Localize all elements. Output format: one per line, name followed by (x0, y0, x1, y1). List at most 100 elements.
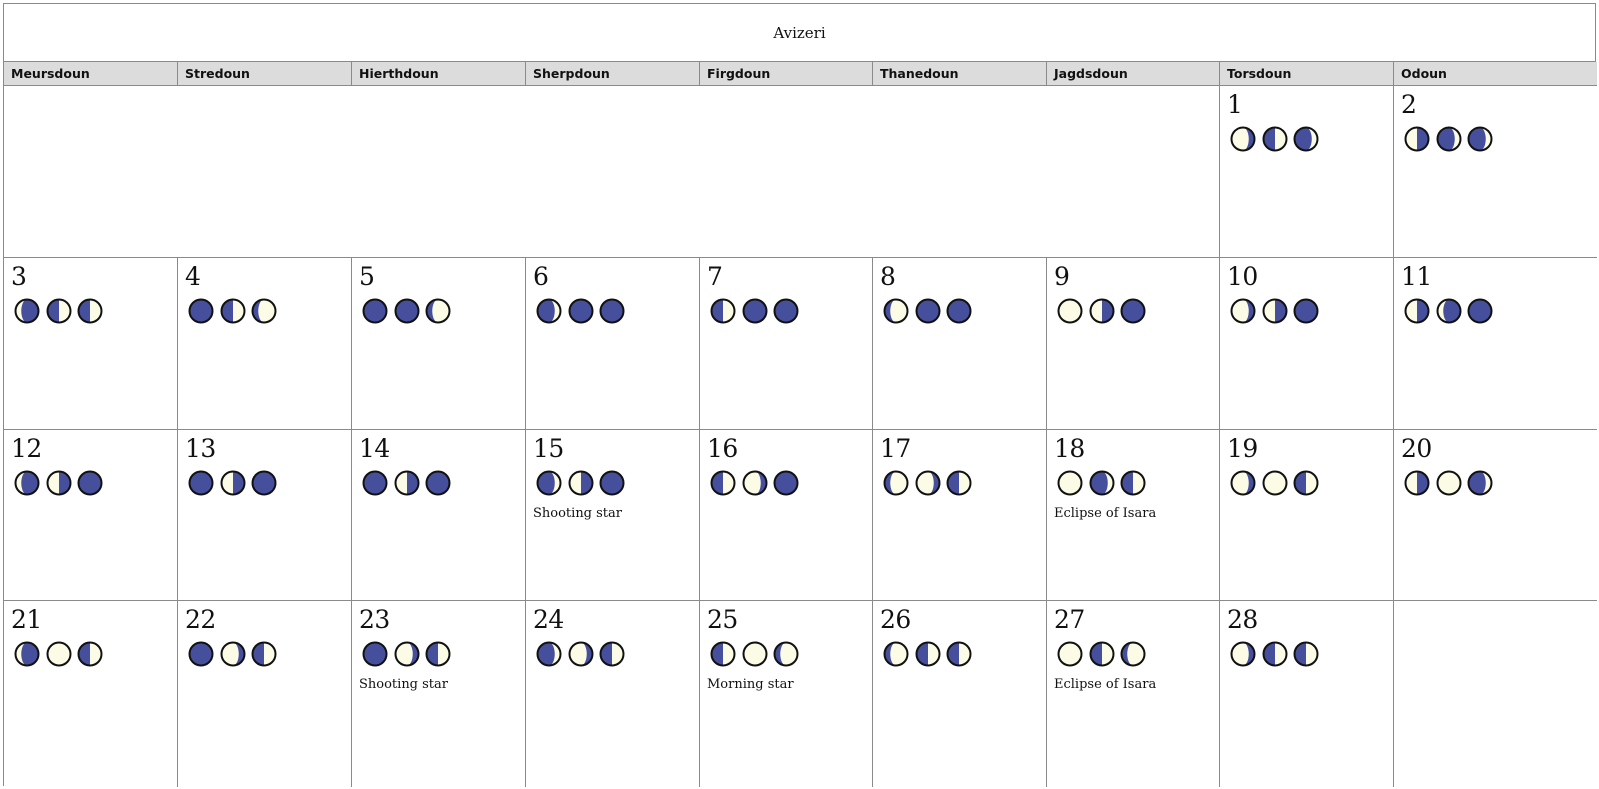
moon-new-icon (187, 297, 215, 325)
moon-last-quarter-icon (219, 469, 247, 497)
moon-waxing-crescent-icon (535, 469, 563, 497)
day-number: 18 (1054, 434, 1085, 463)
moon-new-icon (598, 297, 626, 325)
event-label: Eclipse of Isara (1054, 506, 1157, 521)
moon-waxing-crescent-icon (535, 640, 563, 668)
day-cell-24[interactable]: 24 (526, 601, 700, 787)
moon-full-icon (1261, 469, 1289, 497)
day-cell-23[interactable]: 23 Shooting star (352, 601, 526, 787)
day-number: 20 (1401, 434, 1432, 463)
moon-waning-gibbous-icon (1229, 125, 1257, 153)
weekday-header-jagdsdoun: Jagdsdoun (1047, 62, 1220, 86)
day-cell-6[interactable]: 6 (526, 258, 700, 430)
day-number: 22 (185, 605, 216, 634)
day-number: 7 (707, 262, 723, 291)
moon-first-quarter-icon (1292, 640, 1320, 668)
moon-waxing-gibbous-icon (424, 297, 452, 325)
moon-waning-gibbous-icon (741, 469, 769, 497)
day-cell-17[interactable]: 17 (873, 430, 1047, 601)
day-cell-28[interactable]: 28 (1220, 601, 1394, 787)
day-number: 6 (533, 262, 549, 291)
day-number: 23 (359, 605, 390, 634)
weekday-header-sherpdoun: Sherpdoun (526, 62, 700, 86)
day-cell-16[interactable]: 16 (700, 430, 873, 601)
moon-waning-crescent-icon (13, 297, 41, 325)
day-cell-7[interactable]: 7 (700, 258, 873, 430)
moon-waxing-gibbous-icon (250, 297, 278, 325)
empty-cell (4, 86, 1220, 258)
moon-last-quarter-icon (1403, 297, 1431, 325)
moon-waning-gibbous-icon (1229, 640, 1257, 668)
moon-new-icon (424, 469, 452, 497)
moon-new-icon (567, 297, 595, 325)
moon-new-icon (1119, 297, 1147, 325)
event-label: Shooting star (533, 506, 623, 521)
day-cell-13[interactable]: 13 (178, 430, 352, 601)
day-cell-12[interactable]: 12 (4, 430, 178, 601)
day-number: 19 (1227, 434, 1258, 463)
weekday-header-firgdoun: Firgdoun (700, 62, 873, 86)
moon-first-quarter-icon (76, 640, 104, 668)
moon-new-icon (250, 469, 278, 497)
weekday-header-odoun: Odoun (1394, 62, 1597, 86)
moon-first-quarter-icon (250, 640, 278, 668)
moon-first-quarter-icon (45, 297, 73, 325)
moon-first-quarter-icon (76, 297, 104, 325)
day-number: 24 (533, 605, 564, 634)
moon-new-icon (772, 469, 800, 497)
moon-waxing-crescent-icon (535, 297, 563, 325)
moon-waxing-crescent-icon (1088, 469, 1116, 497)
event-label: Eclipse of Isara (1054, 677, 1157, 692)
day-number: 12 (11, 434, 42, 463)
moon-new-icon (598, 469, 626, 497)
day-cell-22[interactable]: 22 (178, 601, 352, 787)
day-cell-10[interactable]: 10 (1220, 258, 1394, 430)
moon-waxing-gibbous-icon (1119, 640, 1147, 668)
day-cell-18[interactable]: 18 Eclipse of Isara (1047, 430, 1220, 601)
day-cell-1[interactable]: 1 (1220, 86, 1394, 258)
day-cell-8[interactable]: 8 (873, 258, 1047, 430)
day-number: 8 (880, 262, 896, 291)
moon-new-icon (914, 297, 942, 325)
day-cell-4[interactable]: 4 (178, 258, 352, 430)
moon-full-icon (45, 640, 73, 668)
weekday-header-hierthdoun: Hierthdoun (352, 62, 526, 86)
moon-last-quarter-icon (1261, 297, 1289, 325)
moon-first-quarter-icon (945, 640, 973, 668)
moon-new-icon (361, 469, 389, 497)
moon-waning-crescent-icon (13, 640, 41, 668)
moon-first-quarter-icon (219, 297, 247, 325)
moon-last-quarter-icon (1403, 125, 1431, 153)
day-cell-5[interactable]: 5 (352, 258, 526, 430)
day-number: 16 (707, 434, 738, 463)
day-cell-3[interactable]: 3 (4, 258, 178, 430)
moon-new-icon (945, 297, 973, 325)
moon-last-quarter-icon (393, 469, 421, 497)
moon-last-quarter-icon (1403, 469, 1431, 497)
moon-waning-crescent-icon (13, 469, 41, 497)
moon-first-quarter-icon (1292, 469, 1320, 497)
day-cell-11[interactable]: 11 (1394, 258, 1597, 430)
day-cell-21[interactable]: 21 (4, 601, 178, 787)
day-cell-26[interactable]: 26 (873, 601, 1047, 787)
day-cell-20[interactable]: 20 (1394, 430, 1597, 601)
day-cell-25[interactable]: 25 Morning star (700, 601, 873, 787)
moon-new-icon (393, 297, 421, 325)
day-cell-2[interactable]: 2 (1394, 86, 1597, 258)
day-cell-15[interactable]: 15 Shooting star (526, 430, 700, 601)
weekday-header-thanedoun: Thanedoun (873, 62, 1047, 86)
moon-first-quarter-icon (709, 469, 737, 497)
day-cell-14[interactable]: 14 (352, 430, 526, 601)
empty-cell (1394, 601, 1597, 787)
moon-first-quarter-icon (1261, 125, 1289, 153)
moon-waning-gibbous-icon (567, 640, 595, 668)
day-cell-27[interactable]: 27 Eclipse of Isara (1047, 601, 1220, 787)
moon-new-icon (361, 640, 389, 668)
moon-first-quarter-icon (945, 469, 973, 497)
day-cell-9[interactable]: 9 (1047, 258, 1220, 430)
moon-waning-gibbous-icon (393, 640, 421, 668)
month-calendar: Avizeri Meursdoun Stredoun Hierthdoun Sherp… (3, 3, 1597, 787)
moon-waxing-gibbous-icon (772, 640, 800, 668)
day-cell-19[interactable]: 19 (1220, 430, 1394, 601)
weekday-header-meursdoun: Meursdoun (4, 62, 178, 86)
